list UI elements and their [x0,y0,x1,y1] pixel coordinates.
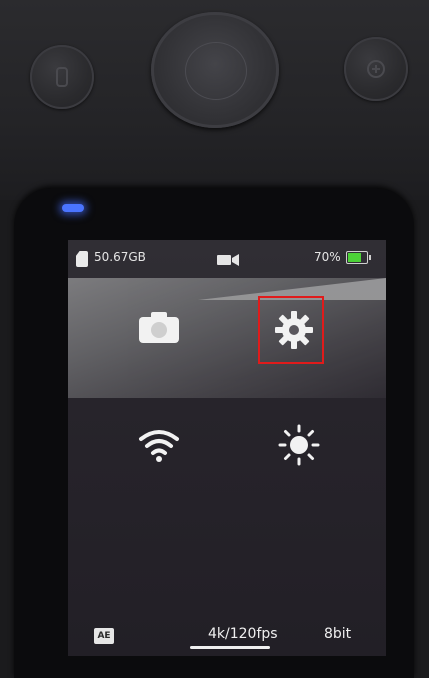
ae-badge: AE [94,628,114,644]
battery-fill [348,253,361,262]
status-led [62,204,84,212]
status-bar: 50.67GB 70% [68,240,386,278]
camera-mode-button[interactable] [134,302,184,352]
battery-icon [346,251,371,264]
wifi-button[interactable] [134,420,184,470]
quick-switch-icon [344,37,408,101]
brightness-icon [278,424,320,466]
brightness-button[interactable] [274,420,324,470]
bit-depth[interactable]: 8bit [324,626,351,642]
live-preview [68,278,386,398]
storage-remaining: 50.67GB [94,250,146,264]
power-icon [30,45,94,109]
resolution-fps[interactable]: 4k/120fps [208,626,278,642]
wifi-icon [139,430,179,462]
sd-card-icon [76,251,88,267]
shutter-button[interactable] [151,12,279,128]
left-hardware-button[interactable] [30,45,94,109]
battery-percent: 70% [314,250,341,264]
settings-highlight-box [258,296,324,364]
right-hardware-button[interactable] [344,37,408,101]
camera-screen: 50.67GB 70% AE 4k/120fps 8bit [68,240,386,656]
video-camera-icon [216,252,240,266]
resolution-underline [190,646,270,649]
bottom-status-bar: AE 4k/120fps 8bit [68,620,386,656]
camera-icon [139,312,179,343]
